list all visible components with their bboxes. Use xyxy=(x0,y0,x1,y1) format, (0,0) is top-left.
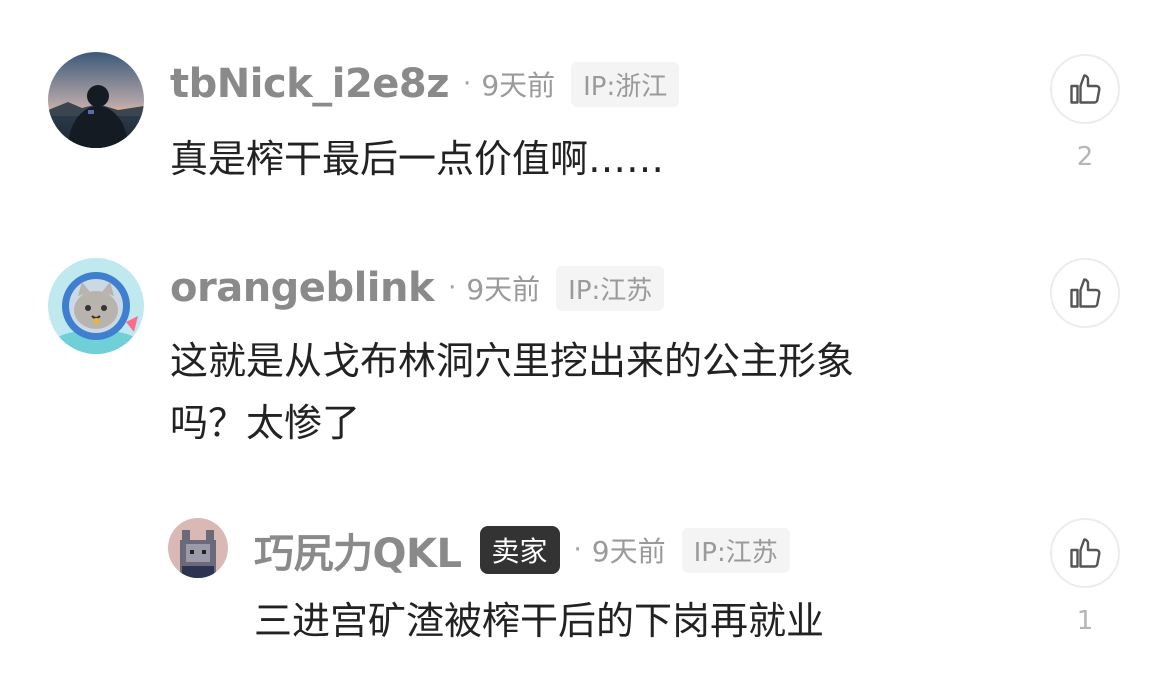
username[interactable]: 巧尻力QKL xyxy=(254,521,462,579)
thumbs-up-icon xyxy=(1070,538,1101,568)
separator-dot: · xyxy=(573,535,582,565)
reply-meta: 巧尻力QKL 卖家 · 9天前 IP:江苏 xyxy=(254,526,790,577)
pixel-cat-avatar-icon xyxy=(168,518,228,578)
avatar[interactable] xyxy=(168,518,228,578)
ip-location-badge: IP:江苏 xyxy=(681,527,790,573)
reply-text[interactable]: 三进宫矿渣被榨干后的下岗再就业 xyxy=(254,590,824,652)
seller-badge: 卖家 xyxy=(479,526,560,574)
like-button[interactable] xyxy=(1050,518,1120,588)
timestamp: 9天前 xyxy=(591,535,666,568)
reply-item: 巧尻力QKL 卖家 · 9天前 IP:江苏 三进宫矿渣被榨干后的下岗再就业 1 xyxy=(0,0,1170,692)
like-count: 1 xyxy=(1076,606,1094,636)
